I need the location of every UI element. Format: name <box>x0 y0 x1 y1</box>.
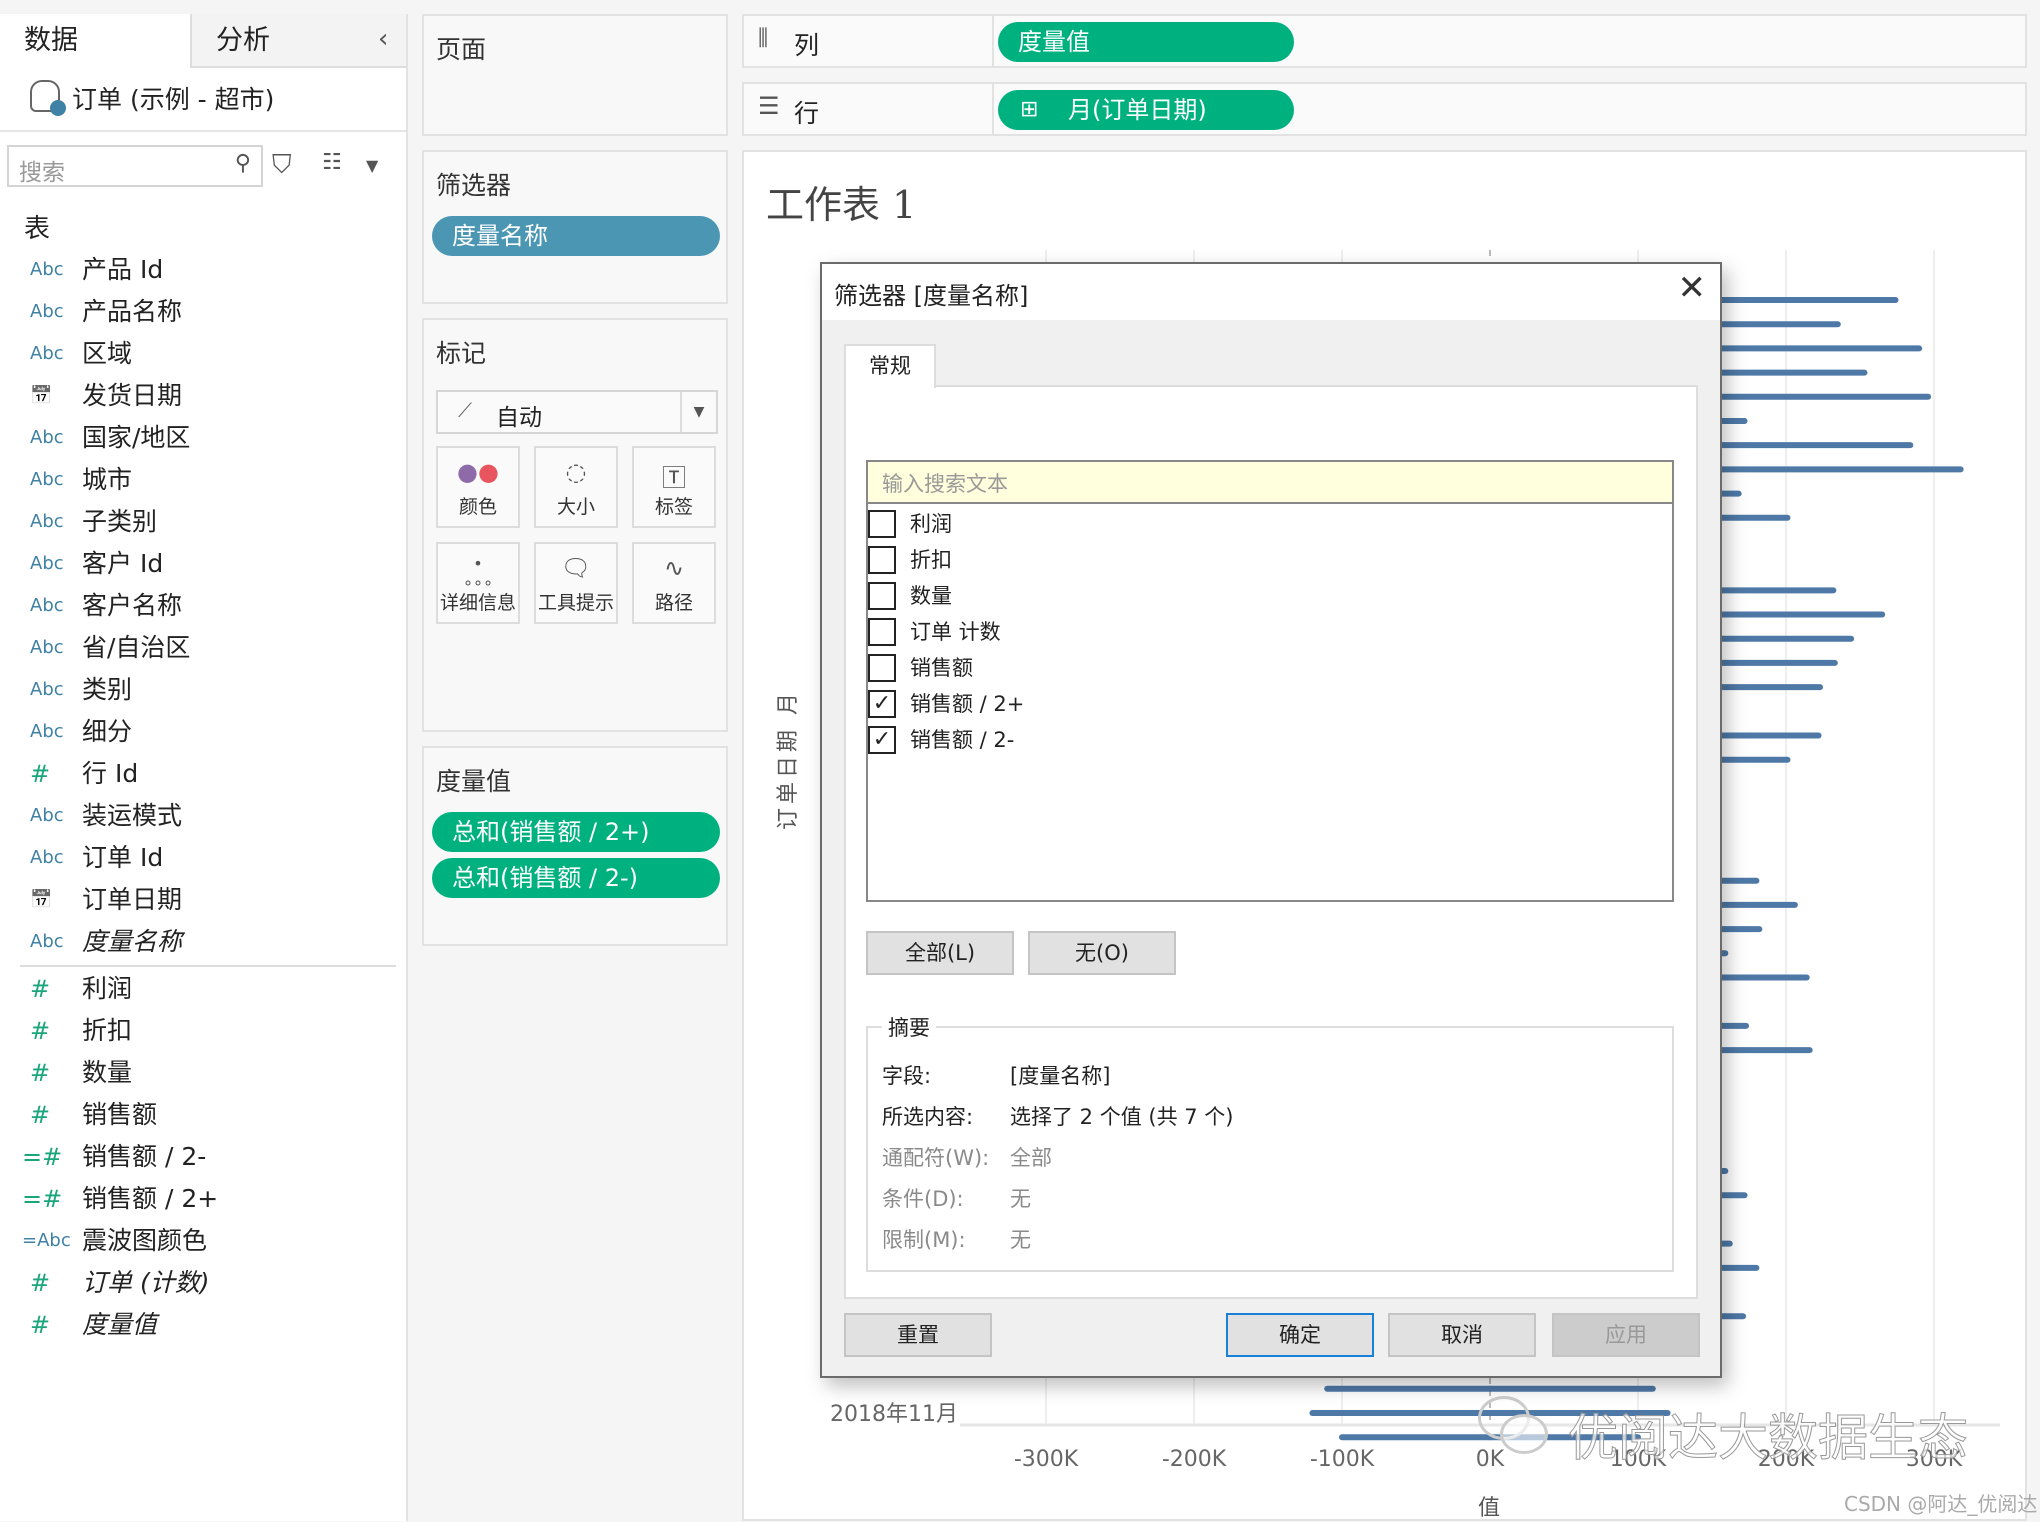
summary-key: 字段: <box>882 1064 932 1088</box>
filter-dialog: 筛选器 [度量名称] ✕ 常规 输入搜索文本 利润折扣数量订单 计数销售额 ✓ 销售… <box>820 262 1722 1378</box>
summary-key: 限制(M): <box>882 1228 966 1252</box>
checkbox[interactable] <box>868 654 896 682</box>
checkbox-label: 销售额 / 2- <box>910 728 1015 752</box>
cancel-button[interactable]: 取消 <box>1388 1313 1536 1357</box>
dialog-title: 筛选器 [度量名称] <box>834 282 1029 310</box>
summary-key: 通配符(W): <box>882 1146 990 1170</box>
checkbox[interactable] <box>868 510 896 538</box>
checkbox[interactable] <box>868 546 896 574</box>
checkbox-label: 折扣 <box>910 548 952 572</box>
summary-value: 无 <box>1010 1228 1031 1252</box>
x-axis-label: 值 <box>1478 1496 1501 1521</box>
check-icon: ✓ <box>872 727 892 752</box>
summary-value: 全部 <box>1010 1146 1052 1170</box>
checkbox[interactable]: ✓ <box>868 726 896 754</box>
close-icon[interactable]: ✕ <box>1678 268 1707 308</box>
dialog-search-input[interactable]: 输入搜索文本 <box>868 462 1672 504</box>
checkbox[interactable] <box>868 582 896 610</box>
x-tick-label: -300K <box>1014 1447 1079 1472</box>
tab-general[interactable]: 常规 <box>844 344 936 388</box>
wechat-logo-icon <box>1478 1396 1558 1460</box>
summary-legend: 摘要 <box>882 1012 936 1042</box>
summary-value: 无 <box>1010 1187 1031 1211</box>
checkbox-label: 销售额 / 2+ <box>910 692 1025 716</box>
summary-key: 所选内容: <box>882 1105 974 1129</box>
checkbox-label: 利润 <box>910 512 952 536</box>
x-tick-label: -200K <box>1162 1447 1227 1472</box>
dialog-search-placeholder: 输入搜索文本 <box>882 472 1008 496</box>
dialog-titlebar: 筛选器 [度量名称] ✕ <box>822 264 1720 320</box>
y-tick-label: 2018年11月 <box>830 1402 958 1427</box>
summary-key: 条件(D): <box>882 1187 964 1211</box>
check-icon: ✓ <box>872 691 892 716</box>
checkbox-label: 销售额 <box>910 656 973 680</box>
select-all-button[interactable]: 全部(L) <box>866 931 1014 975</box>
value-list: 输入搜索文本 <box>866 460 1674 902</box>
select-none-button[interactable]: 无(O) <box>1028 931 1176 975</box>
watermark-text: 优阅达大数据生态 <box>1568 1409 1969 1468</box>
ok-button[interactable]: 确定 <box>1226 1313 1374 1357</box>
checkbox[interactable] <box>868 618 896 646</box>
watermark-credit: CSDN @阿达_优阅达 <box>1844 1492 2038 1516</box>
y-axis-label: 订单日期 月 <box>776 689 801 830</box>
summary-value: 选择了 2 个值 (共 7 个) <box>1010 1105 1234 1129</box>
reset-button[interactable]: 重置 <box>844 1313 992 1357</box>
x-tick-label: -100K <box>1310 1447 1375 1472</box>
summary-value: [度量名称] <box>1010 1064 1111 1088</box>
checkbox-label: 数量 <box>910 584 952 608</box>
apply-button[interactable]: 应用 <box>1552 1313 1700 1357</box>
checkbox-label: 订单 计数 <box>910 620 1001 644</box>
checkbox[interactable]: ✓ <box>868 690 896 718</box>
